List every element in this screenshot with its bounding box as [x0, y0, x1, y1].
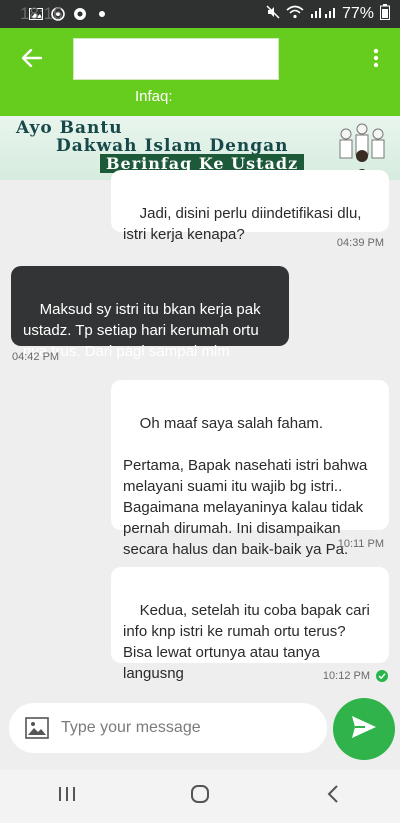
status-bar: 18:16 77%	[0, 0, 400, 28]
message-time-2: 04:42 PM	[12, 351, 60, 363]
message-bubble-4[interactable]: Kedua, setelah itu coba bapak cari info …	[111, 567, 389, 682]
back-button[interactable]	[18, 46, 46, 74]
signal-icon	[310, 5, 336, 24]
mute-icon	[266, 4, 280, 24]
message-time-1: 04:39 PM	[336, 237, 384, 249]
nav-back-button[interactable]	[313, 782, 353, 812]
banner-line-1: Ayo Bantu	[16, 118, 123, 138]
menu-button[interactable]	[364, 46, 388, 74]
system-nav-bar	[0, 770, 400, 823]
message-time-4: 10:12 PM	[322, 670, 370, 682]
back-arrow-icon	[21, 48, 43, 72]
dot-icon	[94, 7, 110, 21]
back-icon	[327, 785, 339, 808]
message-input[interactable]	[61, 719, 301, 737]
message-text-3: Oh maaf saya salah faham. Pertama, Bapak…	[123, 415, 368, 558]
message-bubble-1[interactable]: Jadi, disini perlu diindetifikasi dlu, i…	[111, 170, 389, 243]
chat-area[interactable]: Jadi, disini perlu diindetifikasi dlu, i…	[0, 170, 400, 690]
message-bubble-2[interactable]: Maksud sy istri itu bkan kerja pak ustad…	[11, 266, 289, 360]
banner-line-2: Dakwah Islam Dengan	[56, 136, 289, 156]
contact-subtitle: Infaq:	[135, 88, 173, 105]
message-time-3: 10:11 PM	[337, 538, 384, 550]
read-check-icon	[376, 670, 388, 682]
battery-text: 77%	[341, 5, 374, 22]
home-icon	[190, 784, 210, 809]
image-icon[interactable]	[25, 717, 49, 739]
composer-bar	[0, 690, 400, 770]
app-bar: Infaq:	[0, 28, 400, 116]
recent-apps-icon	[58, 786, 76, 807]
status-time: 18:16	[20, 4, 63, 23]
wifi-icon	[286, 5, 304, 24]
recent-apps-button[interactable]	[47, 782, 87, 812]
contact-name-box[interactable]	[73, 38, 279, 80]
send-icon	[351, 715, 377, 744]
battery-icon	[380, 3, 390, 25]
message-text-1: Jadi, disini perlu diindetifikasi dlu, i…	[123, 205, 362, 243]
chrome-icon	[72, 7, 88, 21]
message-input-container[interactable]	[9, 703, 327, 753]
send-button[interactable]	[333, 698, 395, 760]
home-button[interactable]	[180, 782, 220, 812]
more-vert-icon	[373, 48, 379, 73]
message-bubble-3[interactable]: Oh maaf saya salah faham. Pertama, Bapak…	[111, 380, 389, 558]
